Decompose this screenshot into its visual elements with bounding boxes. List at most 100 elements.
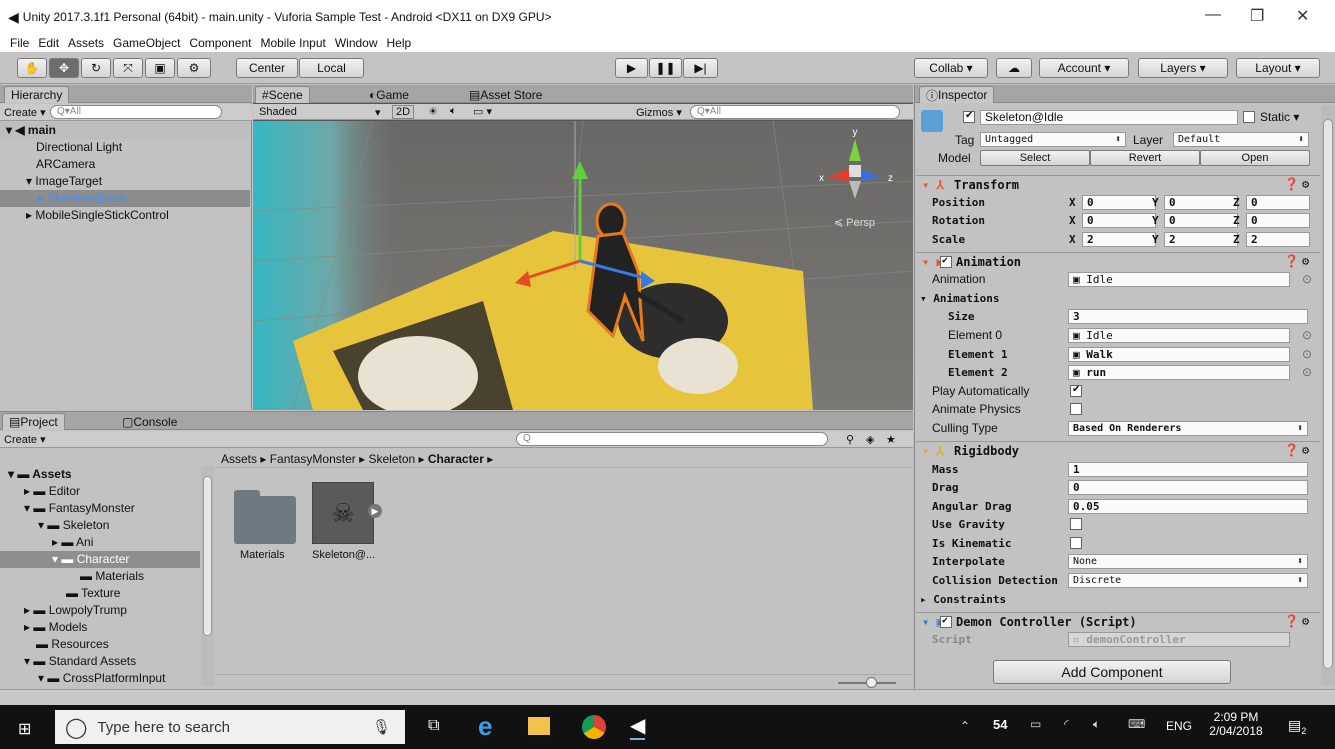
use-gravity-checkbox[interactable] (1070, 518, 1082, 530)
hierarchy-create-button[interactable]: Create ▾ (4, 106, 46, 119)
menu-edit[interactable]: Edit (38, 36, 59, 50)
help-icon[interactable]: ❓ (1284, 254, 1299, 268)
folder-row[interactable]: ▬ Texture (0, 585, 200, 602)
scale-tool-icon[interactable]: ⤧ (113, 58, 143, 78)
minimize-icon[interactable]: — (1205, 6, 1221, 24)
help-icon[interactable]: ❓ (1284, 614, 1299, 628)
breadcrumb-item[interactable]: Assets (221, 452, 257, 466)
animations-row[interactable]: ▾ Animations (916, 289, 1320, 307)
2d-toggle[interactable]: 2D (392, 105, 415, 119)
element-2-field[interactable]: ▣ run (1068, 364, 1290, 380)
slider-thumb[interactable] (866, 677, 877, 688)
pause-icon[interactable]: ❚❚ (649, 58, 682, 78)
menu-gameobject[interactable]: GameObject (113, 36, 180, 50)
lighting-icon[interactable]: ☀ (428, 105, 438, 118)
taskbar-search-box[interactable]: ◯ Type here to search 🎙︎ (55, 710, 405, 744)
rotation-y-input[interactable]: 0 (1164, 212, 1238, 228)
step-icon[interactable]: ▶| (683, 58, 718, 78)
project-tree-scrollbar[interactable] (201, 466, 214, 686)
object-picker-icon[interactable]: ⊙ (1302, 328, 1312, 342)
menu-mobile-input[interactable]: Mobile Input (260, 36, 325, 50)
chevron-down-icon[interactable]: ▾ (375, 106, 381, 119)
folder-row-selected[interactable]: ▾ ▬ Character (0, 551, 200, 568)
hierarchy-search-input[interactable]: Q▾All (50, 105, 222, 119)
menu-component[interactable]: Component (189, 36, 251, 50)
folder-row[interactable]: ▾ ▬ Skeleton (0, 517, 200, 534)
layer-dropdown[interactable]: Default ⬍ (1173, 132, 1309, 147)
expand-asset-icon[interactable]: ▶ (368, 504, 382, 518)
collision-detection-dropdown[interactable]: Discrete ⬍ (1068, 572, 1308, 588)
culling-type-dropdown[interactable]: Based On Renderers ⬍ (1068, 420, 1308, 436)
menu-help[interactable]: Help (387, 36, 412, 50)
scene-search-input[interactable]: Q▾All (690, 105, 900, 119)
cloud-icon[interactable]: ☁ (996, 58, 1032, 78)
animation-header[interactable]: ▾ ▶ ✔ Animation ❓ ⚙ (916, 252, 1320, 270)
filter-label-icon[interactable]: ◈ (866, 433, 874, 446)
hand-tool-icon[interactable]: ✋ (17, 58, 47, 78)
rect-tool-icon[interactable]: ▣ (145, 58, 175, 78)
element-1-field[interactable]: ▣ Walk (1068, 346, 1290, 362)
static-checkbox[interactable] (1243, 111, 1255, 123)
close-icon[interactable]: ✕ (1296, 6, 1309, 26)
battery-icon[interactable]: ▭ (1030, 717, 1041, 731)
model-open-button[interactable]: Open (1200, 150, 1310, 166)
filter-type-icon[interactable]: ⚲ (846, 433, 854, 446)
animation-clip-field[interactable]: ▣ Idle (1068, 271, 1290, 287)
microphone-icon[interactable]: 🎙︎ (372, 718, 391, 736)
project-create-button[interactable]: Create ▾ (4, 433, 46, 446)
mass-input[interactable]: 1 (1068, 461, 1308, 477)
constraints-row[interactable]: ▸ Constraints (916, 590, 1320, 608)
menu-window[interactable]: Window (335, 36, 378, 50)
language-indicator[interactable]: ENG (1166, 719, 1192, 733)
tab-project[interactable]: ▤ Project (2, 413, 65, 430)
position-y-input[interactable]: 0 (1164, 194, 1238, 210)
persp-label[interactable]: ≼ Persp (834, 217, 875, 229)
gizmos-dropdown[interactable]: Gizmos ▾ (636, 106, 682, 119)
hierarchy-item-selected[interactable]: ▸ Skeleton@Idle (0, 190, 250, 207)
tab-hierarchy[interactable]: Hierarchy (4, 86, 70, 103)
task-view-icon[interactable]: ⧉ (428, 717, 439, 735)
hierarchy-item[interactable]: Directional Light (0, 139, 250, 156)
position-z-input[interactable]: 0 (1246, 194, 1310, 210)
shading-mode-dropdown[interactable]: Shaded (259, 106, 297, 118)
rigidbody-header[interactable]: ▾ ⅄ Rigidbody ❓ ⚙ (916, 441, 1320, 459)
settings-gear-icon[interactable]: ⚙ (1302, 177, 1309, 191)
scale-y-input[interactable]: 2 (1164, 231, 1238, 247)
scene-row[interactable]: ▾ ◀ main (0, 122, 250, 139)
folder-row[interactable]: ▸ ▬ Models (0, 619, 200, 636)
show-hidden-icons[interactable]: ⌃ (960, 719, 970, 733)
drag-input[interactable]: 0 (1068, 479, 1308, 495)
folder-row[interactable]: ▬ Materials (0, 568, 200, 585)
effects-icon[interactable]: ▭ ▾ (473, 105, 492, 118)
breadcrumb-item[interactable]: Skeleton (368, 452, 415, 466)
breadcrumb-item[interactable]: Character (428, 452, 484, 466)
angular-drag-input[interactable]: 0.05 (1068, 498, 1308, 514)
settings-gear-icon[interactable]: ⚙ (1302, 614, 1309, 628)
tab-scene[interactable]: # Scene (255, 86, 310, 103)
folder-row[interactable]: ▾ ▬ CrossPlatformInput (0, 670, 200, 684)
move-tool-icon[interactable]: ✥ (49, 58, 79, 78)
menu-assets[interactable]: Assets (68, 36, 104, 50)
model-revert-button[interactable]: Revert (1090, 150, 1200, 166)
model-select-button[interactable]: Select (980, 150, 1090, 166)
hierarchy-item[interactable]: ▾ ImageTarget (0, 173, 250, 190)
hierarchy-item[interactable]: ARCamera (0, 156, 250, 173)
script-enabled-checkbox[interactable]: ✔ (940, 615, 952, 628)
settings-gear-icon[interactable]: ⚙ (1302, 254, 1309, 268)
windows-start-icon[interactable]: ⊞ (18, 719, 31, 739)
asset-skeleton-prefab[interactable]: ☠ (312, 482, 374, 544)
tab-console[interactable]: ▢ Console (116, 413, 183, 430)
folder-row[interactable]: ▸ ▬ Ani (0, 534, 200, 551)
tab-game[interactable]: ◐ Game (363, 86, 415, 103)
element-0-field[interactable]: ▣ Idle (1068, 327, 1290, 343)
scale-z-input[interactable]: 2 (1246, 231, 1310, 247)
unity-taskbar-icon[interactable]: ◀ (630, 713, 646, 740)
volume-icon[interactable]: 🔈︎ (1093, 717, 1100, 732)
restore-icon[interactable]: ❐ (1250, 6, 1264, 26)
notifications-icon[interactable]: ▤2 (1288, 717, 1306, 736)
inspector-scrollbar[interactable] (1321, 105, 1335, 685)
folder-row[interactable]: ▾ ▬ Standard Assets (0, 653, 200, 670)
wifi-icon[interactable]: ◜ (1064, 717, 1069, 731)
edge-browser-icon[interactable]: e (478, 711, 492, 742)
help-icon[interactable]: ❓ (1284, 177, 1299, 191)
